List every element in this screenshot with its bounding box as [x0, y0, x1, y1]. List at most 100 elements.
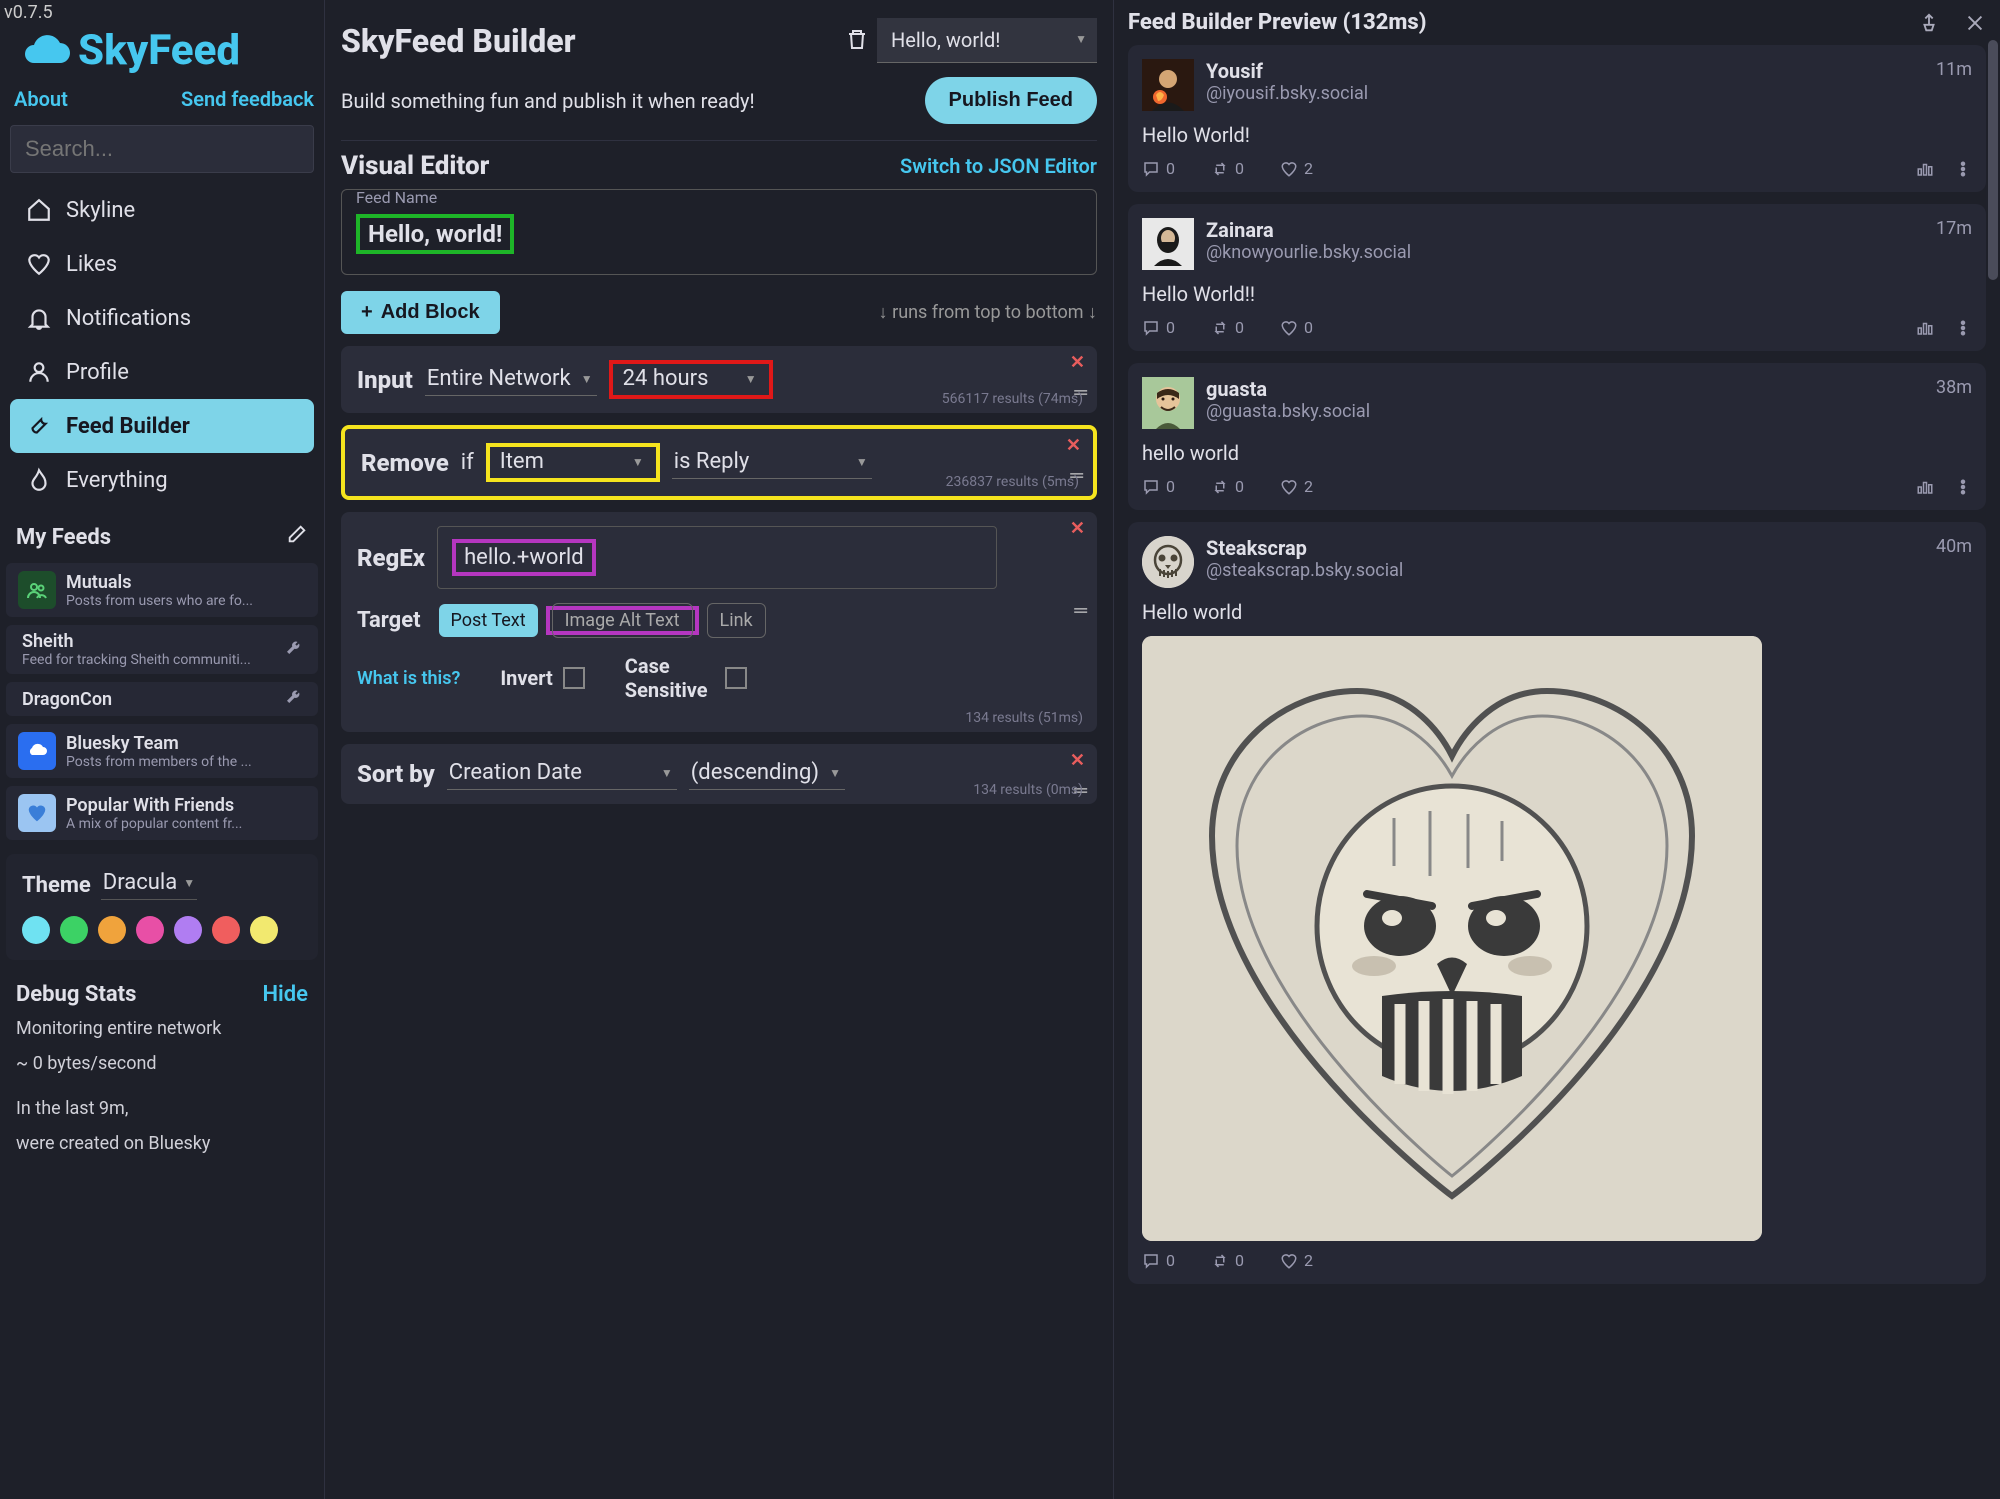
nav-everything[interactable]: Everything [10, 453, 314, 507]
block-close-button[interactable]: ✕ [1070, 518, 1085, 539]
preview-post[interactable]: Steakscrap @steakscrap.bsky.social 40m H… [1128, 522, 1986, 1284]
reply-button[interactable]: 0 [1142, 477, 1175, 496]
heart-icon [1280, 1252, 1298, 1270]
reply-button[interactable]: 0 [1142, 318, 1175, 337]
feedback-link[interactable]: Send feedback [181, 87, 314, 111]
repost-button[interactable]: 0 [1211, 159, 1244, 178]
users-icon [18, 571, 56, 609]
avatar [1142, 218, 1194, 270]
plus-icon: + [361, 301, 373, 324]
sort-order-select[interactable]: (descending) [689, 758, 845, 790]
target-chip-link[interactable]: Link [707, 603, 766, 638]
like-button[interactable]: 2 [1280, 1251, 1313, 1270]
logo[interactable]: SkyFeed [20, 26, 314, 75]
repost-icon [1211, 319, 1229, 337]
post-text: Hello world [1142, 600, 1972, 624]
more-icon[interactable] [1954, 160, 1972, 178]
repost-button[interactable]: 0 [1211, 477, 1244, 496]
theme-select[interactable]: Dracula [101, 870, 197, 900]
theme-color-swatch[interactable] [136, 916, 164, 944]
stats-icon[interactable] [1916, 160, 1934, 178]
invert-checkbox[interactable] [563, 667, 585, 689]
regex-input[interactable]: hello.+world [437, 526, 997, 589]
post-handle: @steakscrap.bsky.social [1206, 560, 1924, 581]
pin-icon[interactable] [1918, 12, 1940, 34]
if-text: if [461, 450, 474, 475]
wrench-icon [26, 413, 52, 439]
case-checkbox[interactable] [725, 667, 747, 689]
like-button[interactable]: 0 [1280, 318, 1313, 337]
feed-item-sheith[interactable]: Sheith Feed for tracking Sheith communit… [6, 625, 318, 674]
json-editor-link[interactable]: Switch to JSON Editor [900, 154, 1097, 178]
delete-feed-button[interactable] [845, 27, 869, 55]
reply-button[interactable]: 0 [1142, 159, 1175, 178]
repost-button[interactable]: 0 [1211, 318, 1244, 337]
remove-subject-select[interactable]: Item [498, 447, 648, 478]
heart-icon [1280, 319, 1298, 337]
nav-notifications[interactable]: Notifications [10, 291, 314, 345]
reply-icon [1142, 1252, 1160, 1270]
target-chip-image-alt[interactable]: Image Alt Text [552, 603, 693, 638]
block-label: Sort by [357, 760, 435, 788]
more-icon[interactable] [1954, 478, 1972, 496]
feed-select-dropdown[interactable]: Hello, world! [877, 18, 1097, 63]
about-link[interactable]: About [14, 87, 68, 111]
post-text: Hello World!! [1142, 282, 1972, 306]
theme-color-swatch[interactable] [22, 916, 50, 944]
add-block-label: Add Block [381, 301, 480, 324]
close-icon[interactable] [1964, 12, 1986, 34]
theme-color-swatch[interactable] [250, 916, 278, 944]
theme-color-swatch[interactable] [212, 916, 240, 944]
builder-title: SkyFeed Builder [341, 22, 576, 60]
preview-post[interactable]: Zainara @knowyourlie.bsky.social 17m Hel… [1128, 204, 1986, 351]
nav-feed-builder[interactable]: Feed Builder [10, 399, 314, 453]
nav-skyline[interactable]: Skyline [10, 183, 314, 237]
feed-item-popular[interactable]: Popular With Friends A mix of popular co… [6, 786, 318, 840]
block-close-button[interactable]: ✕ [1070, 750, 1085, 771]
preview-scrollbar[interactable] [1988, 40, 1998, 1499]
what-is-this-link[interactable]: What is this? [357, 668, 460, 689]
post-image[interactable] [1142, 636, 1762, 1241]
preview-post[interactable]: Yousif @iyousif.bsky.social 11m Hello Wo… [1128, 45, 1986, 192]
remove-predicate-select[interactable]: is Reply [672, 447, 872, 479]
block-close-button[interactable]: ✕ [1070, 352, 1085, 373]
block-label: Remove [361, 449, 449, 477]
sort-field-select[interactable]: Creation Date [447, 758, 677, 790]
theme-color-swatch[interactable] [98, 916, 126, 944]
repost-button[interactable]: 0 [1211, 1251, 1244, 1270]
theme-color-swatch[interactable] [174, 916, 202, 944]
nav-likes[interactable]: Likes [10, 237, 314, 291]
input-window-select[interactable]: 24 hours [621, 364, 761, 395]
feed-item-mutuals[interactable]: Mutuals Posts from users who are fo... [6, 563, 318, 617]
avatar [1142, 377, 1194, 429]
repost-icon [1211, 478, 1229, 496]
preview-title: Feed Builder Preview (132ms) [1128, 10, 1426, 35]
reply-button[interactable]: 0 [1142, 1251, 1175, 1270]
stats-icon[interactable] [1916, 478, 1934, 496]
stats-icon[interactable] [1916, 319, 1934, 337]
feed-item-dragoncon[interactable]: DragonCon [6, 682, 318, 716]
block-close-button[interactable]: ✕ [1066, 435, 1081, 456]
input-source-select[interactable]: Entire Network [425, 364, 597, 396]
preview-post[interactable]: guasta @guasta.bsky.social 38m hello wor… [1128, 363, 1986, 510]
more-icon[interactable] [1954, 319, 1972, 337]
debug-line: ~ 0 bytes/second [16, 1050, 308, 1077]
reply-icon [1142, 319, 1160, 337]
theme-color-swatch[interactable] [60, 916, 88, 944]
block-meta: 236837 results (5ms) [946, 474, 1079, 490]
add-block-button[interactable]: + Add Block [341, 291, 500, 334]
feed-item-bluesky-team[interactable]: Bluesky Team Posts from members of the .… [6, 724, 318, 778]
block-drag-handle[interactable] [1074, 600, 1085, 621]
search-input[interactable] [10, 125, 314, 173]
debug-hide-button[interactable]: Hide [262, 982, 308, 1007]
feed-name-field[interactable]: Feed Name Hello, world! [341, 189, 1097, 275]
target-chip-post-text[interactable]: Post Text [439, 604, 538, 637]
publish-button[interactable]: Publish Feed [925, 77, 1097, 124]
user-icon [26, 359, 52, 385]
edit-feeds-button[interactable] [286, 523, 308, 551]
repost-icon [1211, 160, 1229, 178]
like-button[interactable]: 2 [1280, 477, 1313, 496]
like-button[interactable]: 2 [1280, 159, 1313, 178]
nav-profile[interactable]: Profile [10, 345, 314, 399]
builder-subtitle: Build something fun and publish it when … [341, 89, 755, 113]
